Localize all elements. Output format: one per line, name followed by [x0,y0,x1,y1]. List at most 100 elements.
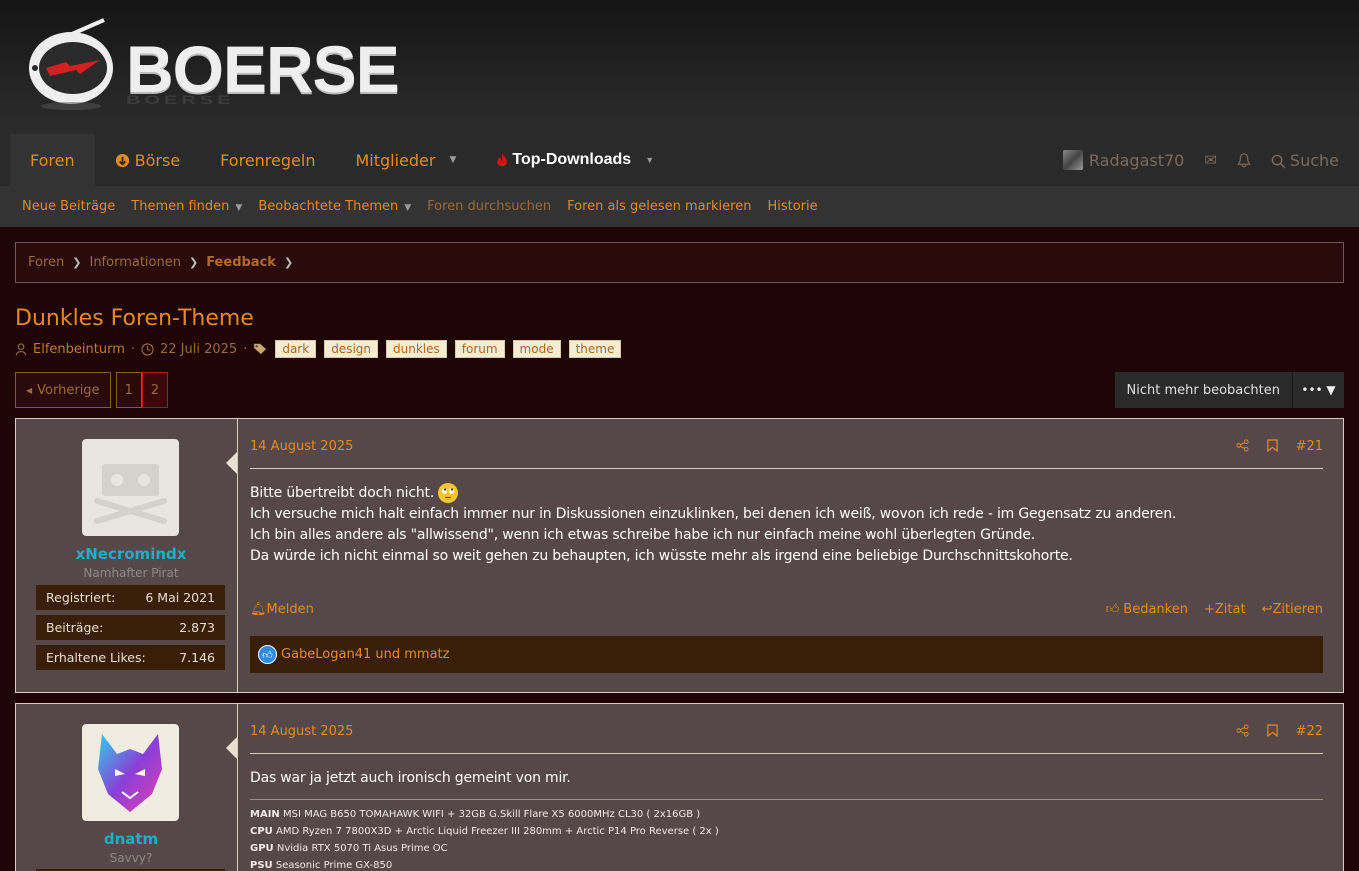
post-line: Ich bin alles andere als "allwissend", w… [250,527,1036,543]
search-label: Suche [1289,150,1339,170]
bookmark-icon[interactable] [1266,724,1278,737]
logo-reflection: BOERSE [126,94,235,108]
bell-icon: 🔔︎ [250,602,267,617]
prev-page-button[interactable]: ◀ Vorherige [15,372,111,408]
bookmark-icon[interactable] [1266,439,1278,452]
quote-label: Zitat [1214,602,1246,617]
subnav-mark-read[interactable]: Foren als gelesen markieren [567,199,751,214]
avatar[interactable] [82,724,179,821]
clock-icon [141,342,154,356]
subnav-new-posts[interactable]: Neue Beiträge [22,199,115,214]
reply-button[interactable]: ↩︎Zitieren [1262,602,1323,617]
thank-button[interactable]: 👍︎ Bedanken [1106,602,1188,617]
tab-forenregeln[interactable]: Forenregeln [200,134,335,186]
signature-line: CPU AMD Ryzen 7 7800X3D + Arctic Liquid … [250,823,1323,840]
breadcrumb-item[interactable]: Informationen [89,255,181,270]
report-button[interactable]: 🔔︎Melden [250,602,314,617]
likes-list[interactable]: GabeLogan41 und mmatz [281,647,449,662]
more-options-button[interactable]: ••• ▼ [1292,372,1344,408]
signature-value: Seasonic Prime GX-850 [275,860,393,871]
quote-button[interactable]: +Zitat [1204,602,1246,617]
breadcrumb-item[interactable]: Foren [28,255,64,270]
tag[interactable]: design [324,340,378,358]
thread-meta: Elfenbeinturm · 22 Juli 2025 · dark desi… [15,340,623,358]
page-2[interactable]: 2 [141,372,169,408]
avatar[interactable] [82,439,179,536]
share-icon[interactable] [1236,439,1249,452]
tab-foren[interactable]: Foren [10,134,95,186]
post-header: 14 August 2025 #22 [250,724,1323,754]
post-line: Da würde ich nicht einmal so weit gehen … [250,548,1073,564]
subnav-history[interactable]: Historie [767,199,817,214]
tag[interactable]: forum [454,340,505,358]
subnav-label: Themen finden [131,199,230,214]
signature-value: AMD Ryzen 7 7800X3D + Arctic Liquid Free… [275,826,719,837]
search-button[interactable]: Suche [1271,151,1339,170]
chevron-down-icon[interactable]: ▼ [235,203,242,213]
post-content: 14 August 2025 #22 Das war ja jetzt auch… [250,704,1323,871]
signature-line: GPU Nvidia RTX 5070 Ti Asus Prime OC [250,840,1323,857]
rolling-eyes-emoji-icon [438,483,459,503]
tab-mitglieder[interactable]: Mitglieder ▼ [335,134,476,186]
breadcrumb-item[interactable]: Feedback [206,255,276,270]
post-number[interactable]: #22 [1296,724,1323,753]
bell-icon[interactable] [1237,152,1251,168]
user-icon [15,342,27,355]
chevron-down-icon[interactable]: ▼ [404,203,411,213]
post-username[interactable]: dnatm [16,830,246,848]
signature-value: Nvidia RTX 5070 Ti Asus Prime OC [276,843,448,854]
share-icon[interactable] [1236,724,1249,737]
site-header: BOERSE BOERSE [0,0,1359,134]
stat-value: 2.873 [179,620,215,635]
post: xNecromindx Namhafter Pirat Registriert:… [15,418,1344,693]
user-stat-likes: Erhaltene Likes: 7.146 [36,645,225,670]
signature-line: PSU Seasonic Prime GX-850 [250,857,1323,871]
post-line: Ich versuche mich halt einfach immer nur… [250,506,1177,522]
post-number[interactable]: #21 [1296,439,1323,468]
subnav-watched-threads[interactable]: Beobachtete Themen ▼ [258,199,411,214]
user-title: Namhafter Pirat [83,566,179,580]
page-title: Dunkles Foren-Theme [15,306,254,331]
tab-boerse[interactable]: Börse [95,134,201,186]
logo-text: BOERSE [126,32,400,106]
tab-label: Börse [134,150,181,170]
user-stat-registered: Registriert: 6 Mai 2021 [36,585,225,610]
subnav-label: Beobachtete Themen [258,199,399,214]
tag[interactable]: dunkles [386,340,447,358]
stat-value: 7.146 [179,650,215,665]
signature-key: PSU [250,860,273,871]
page-1[interactable]: 1 [115,372,142,408]
account-link[interactable]: Radagast70 [1062,150,1184,170]
tab-top-downloads[interactable]: Top-Downloads ▼ [476,134,674,186]
tag[interactable]: dark [275,340,317,358]
unwatch-button[interactable]: Nicht mehr beobachten [1115,372,1292,408]
post-actions: #22 [1236,724,1323,753]
report-label: Melden [266,602,314,617]
stat-label: Erhaltene Likes: [46,650,146,665]
chevron-right-icon: ❯ [283,256,294,269]
thread-date[interactable]: 22 Juli 2025 [160,342,237,357]
envelope-icon[interactable]: ✉ [1204,151,1217,169]
user-title: Savvy? [109,851,153,865]
chevron-down-icon[interactable]: ▼ [645,155,654,165]
chevron-down-icon[interactable]: ▼ [449,155,456,165]
thread-author[interactable]: Elfenbeinturm [33,342,125,357]
watch-controls: Nicht mehr beobachten ••• ▼ [1114,372,1344,408]
post-footer-actions: 👍︎ Bedanken +Zitat ↩︎Zitieren [1106,602,1323,617]
subnav-find-threads[interactable]: Themen finden ▼ [131,199,242,214]
thank-label: Bedanken [1123,602,1188,617]
signature: MAIN MSI MAG B650 TOMAHAWK WIFI + 32GB G… [250,799,1323,871]
tag[interactable]: theme [568,340,622,358]
user-stat-posts: Beiträge: 2.873 [36,615,225,640]
tag[interactable]: mode [512,340,561,358]
post-date[interactable]: 14 August 2025 [250,439,353,468]
sub-nav: Neue Beiträge Themen finden ▼ Beobachtete… [0,186,1359,227]
plus-icon: + [1203,602,1215,617]
site-logo[interactable]: BOERSE BOERSE [26,16,400,112]
post-user-info: dnatm Savvy? [16,704,238,871]
post-body: Das war ja jetzt auch ironisch gemeint v… [250,768,571,789]
signature-key: MAIN [250,809,280,820]
post-date[interactable]: 14 August 2025 [250,724,353,753]
post-username[interactable]: xNecromindx [16,545,246,563]
subnav-search-forums[interactable]: Foren durchsuchen [427,199,551,214]
